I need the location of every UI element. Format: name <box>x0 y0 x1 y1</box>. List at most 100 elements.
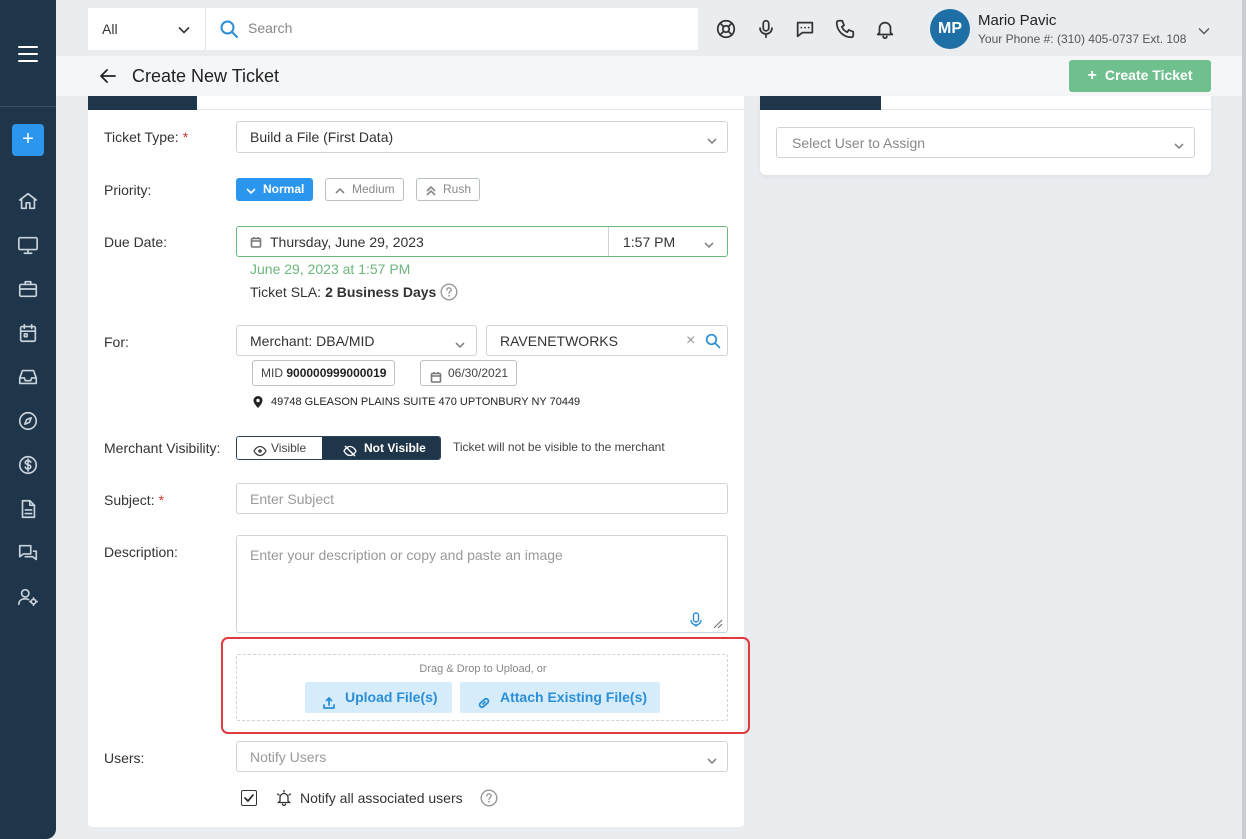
for-type-select[interactable]: Merchant: DBA/MID <box>236 325 477 356</box>
ticket-form-card: Ticket Type: * Build a File (First Data) … <box>88 96 750 827</box>
ticket-type-select[interactable]: Build a File (First Data) <box>236 121 728 153</box>
clear-icon[interactable]: × <box>686 332 695 350</box>
due-date-label: Due Date: <box>104 234 168 250</box>
inbox-icon[interactable] <box>17 366 39 388</box>
search-scope-select[interactable]: All <box>102 21 118 37</box>
dollar-icon[interactable] <box>17 454 39 476</box>
visibility-note: Ticket will not be visible to the mercha… <box>453 440 665 454</box>
chevron-down-icon[interactable] <box>704 237 714 249</box>
divider <box>205 8 206 50</box>
chevron-down-icon <box>707 753 717 765</box>
priority-medium-button[interactable]: Medium <box>325 178 404 201</box>
chevron-down-icon <box>455 337 465 349</box>
monitor-icon[interactable] <box>17 234 39 256</box>
assign-card: Select User to Assign <box>760 96 1211 175</box>
bell-ring-icon <box>275 789 293 807</box>
briefcase-icon[interactable] <box>17 278 39 300</box>
chevron-down-icon <box>707 133 717 145</box>
user-phone: Your Phone #: (310) 405-0737 Ext. 108 <box>978 32 1187 46</box>
chat-icon[interactable] <box>17 542 39 564</box>
search-icon[interactable] <box>705 333 721 349</box>
for-type-value: Merchant: DBA/MID <box>250 333 375 349</box>
chevron-up-icon <box>334 183 346 195</box>
calendar-icon <box>430 367 442 383</box>
menu-icon[interactable] <box>18 46 38 62</box>
sidebar: + <box>0 0 56 839</box>
assign-user-placeholder: Select User to Assign <box>792 135 926 151</box>
subject-label: Subject: * <box>104 492 165 508</box>
support-icon[interactable] <box>715 18 737 40</box>
location-pin-icon <box>252 395 264 409</box>
subject-input[interactable]: Enter Subject <box>236 483 728 514</box>
due-time-value[interactable]: 1:57 PM <box>623 234 675 250</box>
tab-assign[interactable] <box>760 96 881 110</box>
topbar: All MP Mario Pavic Your Phone #: (310) 4… <box>88 0 1224 56</box>
add-new-button[interactable]: + <box>12 124 44 156</box>
priority-rush-button[interactable]: Rush <box>416 178 481 201</box>
eye-icon <box>253 442 267 457</box>
user-name[interactable]: Mario Pavic <box>978 12 1056 29</box>
help-icon[interactable] <box>480 789 498 807</box>
chevron-down-icon <box>1174 138 1184 150</box>
notify-all-label[interactable]: Notify all associated users <box>300 790 463 806</box>
description-placeholder: Enter your description or copy and paste… <box>250 547 563 563</box>
chevron-down-icon[interactable] <box>1198 24 1210 36</box>
notify-users-placeholder: Notify Users <box>250 749 327 765</box>
search-input[interactable] <box>248 20 648 36</box>
document-icon[interactable] <box>17 498 39 520</box>
merchant-search-input[interactable]: RAVENETWORKS × <box>486 325 728 356</box>
visibility-toggle: Visible Not Visible <box>236 436 441 460</box>
search-bar: All <box>88 8 698 50</box>
eye-slash-icon <box>343 442 357 457</box>
notify-all-checkbox[interactable] <box>241 790 257 806</box>
create-ticket-button[interactable]: + Create Ticket <box>1069 60 1211 92</box>
compass-icon[interactable] <box>17 410 39 432</box>
calendar-icon[interactable] <box>17 322 39 344</box>
help-icon[interactable] <box>440 283 458 301</box>
sidebar-divider <box>0 106 56 107</box>
description-label: Description: <box>104 544 178 560</box>
chevron-down-icon[interactable] <box>178 23 190 35</box>
cloud-upload-icon <box>322 690 336 709</box>
description-textarea[interactable]: Enter your description or copy and paste… <box>236 535 728 633</box>
merchant-date-chip: 06/30/2021 <box>420 360 518 386</box>
page-header: Create New Ticket + Create Ticket <box>56 56 1242 96</box>
subject-placeholder: Enter Subject <box>250 491 335 507</box>
assign-user-select[interactable]: Select User to Assign <box>776 127 1195 158</box>
dropzone-text: Drag & Drop to Upload, or <box>419 663 547 675</box>
users-label: Users: <box>104 750 145 766</box>
scrollbar[interactable] <box>1242 0 1246 839</box>
microphone-icon[interactable] <box>689 612 703 628</box>
upload-files-button[interactable]: Upload File(s) <box>305 682 452 713</box>
plus-icon: + <box>1087 67 1097 84</box>
priority-label: Priority: <box>104 182 152 198</box>
message-icon[interactable] <box>794 18 816 40</box>
tab-details[interactable] <box>88 96 197 110</box>
merchant-search-value: RAVENETWORKS <box>500 333 618 349</box>
phone-icon[interactable] <box>834 18 856 40</box>
back-arrow-icon[interactable] <box>98 66 118 86</box>
resize-handle-icon[interactable] <box>711 616 723 629</box>
page-title: Create New Ticket <box>132 66 280 86</box>
due-date-picker[interactable]: Thursday, June 29, 2023 1:57 PM <box>236 226 728 257</box>
mid-chip: MID 900000999000019 <box>252 360 396 386</box>
not-visible-option[interactable]: Not Visible <box>322 437 440 459</box>
attach-existing-files-button[interactable]: Attach Existing File(s) <box>460 682 660 713</box>
priority-normal-button[interactable]: Normal <box>236 178 314 201</box>
create-ticket-label: Create Ticket <box>1104 67 1193 83</box>
due-date-value[interactable]: Thursday, June 29, 2023 <box>270 234 424 250</box>
file-dropzone[interactable]: Drag & Drop to Upload, or Upload File(s)… <box>236 654 728 721</box>
bell-icon[interactable] <box>874 18 896 40</box>
link-icon <box>477 690 491 709</box>
ticket-type-value: Build a File (First Data) <box>250 129 394 145</box>
chevron-down-icon <box>245 183 257 195</box>
due-date-summary: June 29, 2023 at 1:57 PM <box>250 261 411 277</box>
microphone-icon[interactable] <box>755 18 777 40</box>
search-icon <box>219 19 239 39</box>
visible-option[interactable]: Visible <box>237 437 322 459</box>
user-settings-icon[interactable] <box>17 586 39 608</box>
avatar[interactable]: MP <box>930 9 970 49</box>
notify-users-select[interactable]: Notify Users <box>236 741 728 772</box>
double-chevron-up-icon <box>425 183 437 196</box>
home-icon[interactable] <box>17 190 39 212</box>
